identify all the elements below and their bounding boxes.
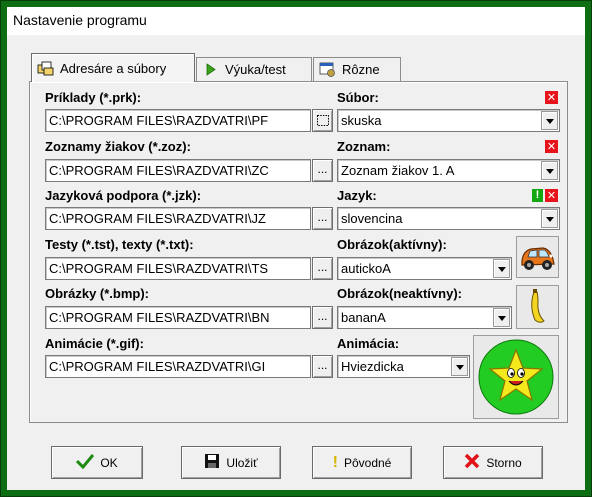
animacie-browse-button[interactable]: ... (312, 355, 333, 378)
jazyk-select-value: slovencina (341, 211, 403, 226)
animacie-path-input[interactable]: C:\PROGRAM FILES\RAZDVATRI\GI (45, 355, 311, 378)
obrazok-aktivny-select[interactable]: autickoA (337, 257, 512, 280)
animacia-select-value: Hviezdicka (341, 359, 404, 374)
star-animation-preview (473, 335, 559, 419)
obrazok-aktivny-value: autickoA (341, 261, 391, 276)
obrazok-neaktivny-value: bananA (341, 310, 386, 325)
delete-icon[interactable]: ✕ (545, 91, 558, 104)
smiling-star-icon (478, 339, 554, 415)
priklady-browse-button[interactable] (312, 109, 333, 132)
obrazky-browse-button[interactable]: ... (312, 306, 333, 329)
priklady-path-text: C:\PROGRAM FILES\RAZDVATRI\PF (49, 113, 269, 128)
jazykova-path-input[interactable]: C:\PROGRAM FILES\RAZDVATRI\JZ (45, 207, 311, 230)
delete-icon[interactable]: ✕ (545, 189, 558, 202)
animacia-select[interactable]: Hviezdicka (337, 355, 470, 378)
tab-label: Rôzne (342, 62, 380, 77)
play-triangle-icon (202, 61, 219, 78)
ok-button-label: OK (100, 455, 118, 470)
chevron-down-icon[interactable] (541, 209, 558, 228)
banana-image-preview (516, 285, 559, 329)
obrazok-neaktivny-label: Obrázok(neaktívny): (337, 286, 462, 301)
jazyk-label: Jazyk: (337, 188, 377, 203)
zoznamy-label: Zoznamy žiakov (*.zoz): (45, 139, 191, 154)
povodne-button-label: Pôvodné (343, 455, 392, 470)
animacie-label: Animácie (*.gif): (45, 336, 144, 351)
obrazky-path-input[interactable]: C:\PROGRAM FILES\RAZDVATRI\BN (45, 306, 311, 329)
testy-label: Testy (*.tst), texty (*.txt): (45, 237, 194, 252)
jazykova-browse-button[interactable]: ... (312, 207, 333, 230)
chevron-down-icon[interactable] (451, 357, 468, 376)
chevron-down-icon[interactable] (493, 259, 510, 278)
testy-path-text: C:\PROGRAM FILES\RAZDVATRI\TS (49, 261, 269, 276)
zoznam-select-value: Zoznam žiakov 1. A (341, 163, 455, 178)
obrazok-neaktivny-select[interactable]: bananA (337, 306, 512, 329)
subor-select[interactable]: skuska (337, 109, 560, 132)
obrazky-label: Obrázky (*.bmp): (45, 286, 150, 301)
testy-path-input[interactable]: C:\PROGRAM FILES\RAZDVATRI\TS (45, 257, 311, 280)
storno-button[interactable]: Storno (443, 446, 543, 479)
testy-browse-button[interactable]: ... (312, 257, 333, 280)
storno-button-label: Storno (486, 455, 522, 470)
zoznam-select[interactable]: Zoznam žiakov 1. A (337, 159, 560, 182)
floppy-disk-icon (204, 453, 220, 472)
chevron-down-icon[interactable] (541, 161, 558, 180)
ok-button[interactable]: OK (51, 446, 143, 479)
window-gear-icon (319, 61, 336, 78)
tab-label: Výuka/test (225, 62, 286, 77)
title-bar[interactable]: Nastavenie programu (7, 7, 585, 35)
tab-label: Adresáre a súbory (60, 60, 167, 76)
tab-rozne[interactable]: Rôzne (313, 57, 401, 81)
zoznamy-path-text: C:\PROGRAM FILES\RAZDVATRI\ZC (49, 163, 269, 178)
zoznam-label: Zoznam: (337, 139, 391, 154)
checkmark-icon (76, 453, 95, 472)
dialog-client-area: Adresáre a súbory Výuka/test Rôzne Príkl… (7, 35, 585, 490)
animacie-path-text: C:\PROGRAM FILES\RAZDVATRI\GI (49, 359, 266, 374)
tab-vyuka-test[interactable]: Výuka/test (196, 57, 312, 81)
jazyk-select[interactable]: slovencina (337, 207, 560, 230)
exclamation-icon: ! (332, 453, 338, 471)
chevron-down-icon[interactable] (541, 111, 558, 130)
obrazok-aktivny-label: Obrázok(aktívny): (337, 237, 447, 252)
jazykova-path-text: C:\PROGRAM FILES\RAZDVATRI\JZ (49, 211, 266, 226)
delete-icon[interactable]: ✕ (545, 140, 558, 153)
subor-label: Súbor: (337, 90, 379, 105)
folders-icon (37, 60, 54, 77)
window-title: Nastavenie programu (13, 12, 147, 28)
ellipsis-dotted-icon (316, 115, 329, 126)
dialog-window: Nastavenie programu Adresáre a súbory Vý… (0, 0, 592, 497)
priklady-path-input[interactable]: C:\PROGRAM FILES\RAZDVATRI\PF (45, 109, 311, 132)
priklady-label: Príklady (*.prk): (45, 90, 142, 105)
add-icon[interactable]: ! (532, 189, 543, 202)
ulozit-button-label: Uložiť (226, 455, 258, 470)
povodne-button[interactable]: ! Pôvodné (312, 446, 412, 479)
tab-adresare-a-subory[interactable]: Adresáre a súbory (31, 53, 195, 82)
car-image-preview (516, 236, 559, 278)
zoznamy-path-input[interactable]: C:\PROGRAM FILES\RAZDVATRI\ZC (45, 159, 311, 182)
car-icon (521, 247, 555, 270)
animacia-label: Animácia: (337, 336, 400, 351)
ulozit-button[interactable]: Uložiť (181, 446, 281, 479)
chevron-down-icon[interactable] (493, 308, 510, 327)
banana-icon (531, 289, 545, 323)
jazykova-podpora-label: Jazyková podpora (*.jzk): (45, 188, 202, 203)
obrazky-path-text: C:\PROGRAM FILES\RAZDVATRI\BN (49, 310, 270, 325)
subor-select-value: skuska (341, 113, 382, 128)
zoznamy-browse-button[interactable]: ... (312, 159, 333, 182)
cancel-x-icon (464, 453, 480, 472)
